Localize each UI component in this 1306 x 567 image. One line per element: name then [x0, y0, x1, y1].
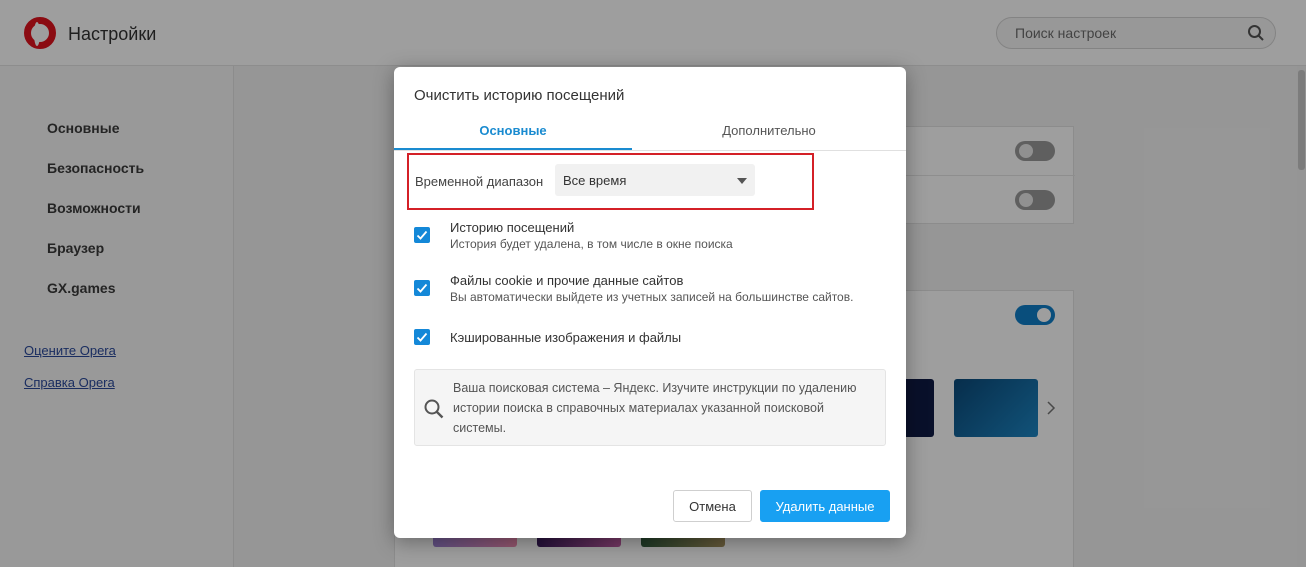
info-text: Ваша поисковая система – Яндекс. Изучите…	[453, 381, 857, 435]
tab-basic[interactable]: Основные	[394, 123, 632, 149]
option-description: История будет удалена, в том числе в окн…	[450, 237, 733, 251]
clear-history-dialog: Очистить историю посещений Основные Допо…	[394, 67, 906, 538]
dialog-title: Очистить историю посещений	[414, 87, 625, 104]
option-description: Вы автоматически выйдете из учетных запи…	[450, 290, 854, 304]
checkbox-browsing-history[interactable]	[414, 227, 430, 243]
delete-data-button[interactable]: Удалить данные	[760, 490, 890, 522]
checkbox-cookies[interactable]	[414, 280, 430, 296]
option-browsing-history[interactable]: Историю посещений История будет удалена,…	[414, 220, 894, 256]
option-label: Файлы cookie и прочие данные сайтов	[450, 273, 684, 288]
time-range-label: Временной диапазон	[415, 174, 544, 189]
search-engine-info: Ваша поисковая система – Яндекс. Изучите…	[414, 369, 886, 446]
checkbox-cache[interactable]	[414, 329, 430, 345]
option-cookies[interactable]: Файлы cookie и прочие данные сайтов Вы а…	[414, 273, 894, 309]
checkmark-icon	[416, 283, 428, 293]
checkmark-icon	[416, 332, 428, 342]
cancel-button[interactable]: Отмена	[673, 490, 752, 522]
search-icon	[424, 399, 444, 419]
chevron-down-icon	[737, 178, 747, 184]
time-range-select[interactable]: Все время	[555, 164, 755, 196]
tab-divider	[394, 150, 906, 151]
time-range-value: Все время	[563, 173, 627, 188]
time-range-row: Временной диапазон Все время	[407, 153, 814, 210]
tab-advanced[interactable]: Дополнительно	[632, 123, 906, 149]
option-label: Кэшированные изображения и файлы	[450, 330, 682, 345]
option-cache[interactable]: Кэшированные изображения и файлы	[414, 329, 894, 350]
option-label: Историю посещений	[450, 220, 575, 235]
checkmark-icon	[416, 230, 428, 240]
